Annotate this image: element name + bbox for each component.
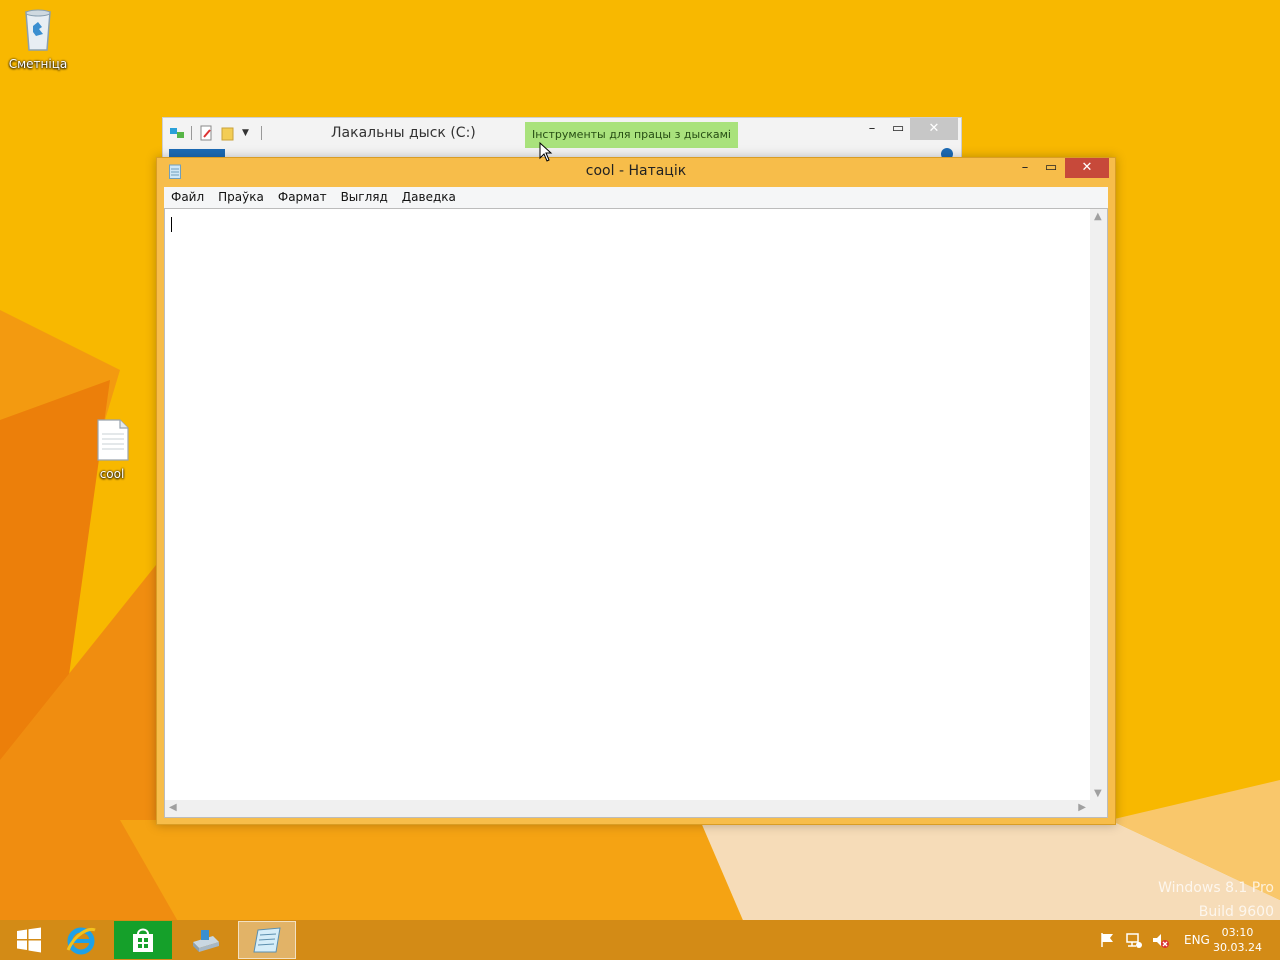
vertical-scrollbar[interactable]: ▲ ▼: [1090, 209, 1107, 801]
notepad-window-title: cool - Натацік: [585, 163, 687, 179]
horizontal-scrollbar[interactable]: ◀ ▶: [165, 800, 1090, 817]
clock-time: 03:10: [1221, 926, 1254, 939]
toolbar-separator: [260, 126, 262, 140]
new-file-icon[interactable]: [198, 125, 214, 141]
clock-date: 30.03.24: [1213, 941, 1262, 954]
notepad-text-area[interactable]: ▲ ▼ ◀ ▶: [164, 208, 1108, 818]
network-icon[interactable]: [1124, 930, 1144, 950]
action-center-flag-icon[interactable]: [1098, 930, 1118, 950]
taskbar-internet-explorer[interactable]: [52, 921, 110, 959]
new-folder-icon[interactable]: [220, 125, 236, 141]
windows-watermark: Windows 8.1 Pro Build 9600: [1158, 876, 1274, 924]
customize-toolbar-chevron-icon[interactable]: ▼: [242, 128, 249, 138]
internet-explorer-icon: [66, 927, 96, 955]
scroll-down-arrow-icon[interactable]: ▼: [1094, 788, 1102, 799]
explorer-close-button[interactable]: ✕: [910, 118, 958, 140]
recycle-bin-icon: [25, 9, 51, 51]
disk-tools-contextual-tab[interactable]: Інструменты для працы з дыскамі: [525, 122, 738, 148]
toolbar-separator: [191, 126, 192, 140]
notepad-menu-bar: Файл Праўка Фармат Выгляд Даведка: [164, 187, 1108, 208]
watermark-edition: Windows 8.1 Pro: [1158, 880, 1274, 896]
text-file-icon: [97, 419, 129, 461]
resize-grip-icon[interactable]: [1090, 800, 1107, 817]
recycle-bin-desktop-icon[interactable]: Сметніца: [0, 6, 76, 71]
menu-help[interactable]: Даведка: [395, 187, 463, 208]
scroll-up-arrow-icon[interactable]: ▲: [1094, 211, 1102, 222]
system-tray: ENG: [1098, 920, 1210, 960]
menu-edit[interactable]: Праўка: [211, 187, 271, 208]
menu-file[interactable]: Файл: [164, 187, 211, 208]
taskbar-clock[interactable]: 03:10 30.03.24: [1213, 925, 1262, 955]
explorer-window-title: Лакальны дыск (C:): [331, 125, 476, 141]
notepad-window[interactable]: cool - Натацік – ▭ ✕ Файл Праўка Фармат …: [156, 157, 1116, 825]
notepad-minimize-button[interactable]: –: [1013, 158, 1037, 178]
text-caret: [171, 217, 172, 232]
notepad-taskbar-icon: [253, 927, 281, 953]
notepad-close-button[interactable]: ✕: [1065, 158, 1109, 178]
properties-icon[interactable]: [169, 125, 185, 141]
scroll-right-arrow-icon[interactable]: ▶: [1078, 802, 1086, 813]
taskbar-store[interactable]: [114, 921, 172, 959]
cool-file-label: cool: [99, 467, 125, 481]
notepad-title-bar[interactable]: cool - Натацік – ▭ ✕: [157, 158, 1115, 186]
taskbar-file-explorer[interactable]: [176, 921, 234, 959]
quick-access-toolbar: ▼: [169, 124, 262, 142]
scroll-left-arrow-icon[interactable]: ◀: [169, 802, 177, 813]
drive-icon: [193, 930, 219, 952]
notepad-maximize-button[interactable]: ▭: [1039, 158, 1063, 178]
menu-view[interactable]: Выгляд: [334, 187, 395, 208]
input-language-indicator[interactable]: ENG: [1184, 933, 1210, 947]
windows-logo-icon: [17, 927, 41, 953]
start-button[interactable]: [0, 921, 58, 959]
store-bag-icon: [133, 928, 153, 952]
explorer-maximize-button[interactable]: ▭: [883, 118, 913, 140]
cool-file-desktop-icon[interactable]: cool: [74, 418, 150, 481]
recycle-bin-label: Сметніца: [8, 57, 68, 71]
volume-muted-icon[interactable]: [1150, 930, 1170, 950]
menu-format[interactable]: Фармат: [271, 187, 334, 208]
mouse-cursor-icon: [539, 142, 553, 162]
taskbar: ENG 03:10 30.03.24: [0, 920, 1280, 960]
taskbar-notepad[interactable]: [238, 921, 296, 959]
